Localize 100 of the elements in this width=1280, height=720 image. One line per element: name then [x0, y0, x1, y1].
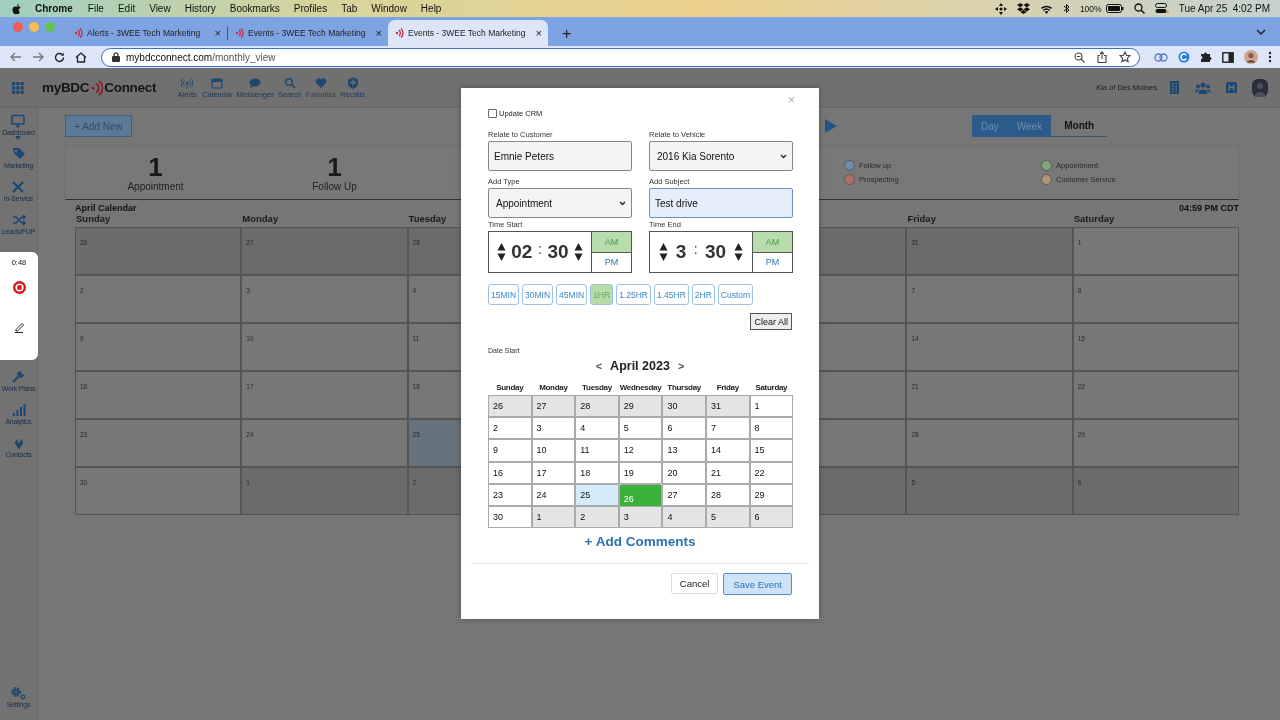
control-center-icon[interactable] [1154, 3, 1169, 14]
home-icon[interactable] [75, 51, 87, 63]
date-cell[interactable]: 6 [662, 417, 706, 440]
vehicle-select[interactable]: 2016 Kia Sorento [649, 141, 793, 171]
zoom-out-icon[interactable] [1074, 51, 1085, 63]
subject-field[interactable]: Test drive [649, 188, 793, 218]
spinner-icon[interactable] [733, 242, 743, 262]
menu-item[interactable]: Bookmarks [229, 3, 280, 14]
puzzle-icon[interactable] [1200, 51, 1212, 63]
spinner-icon[interactable] [659, 242, 669, 262]
checkbox[interactable] [488, 109, 497, 118]
date-cell[interactable]: 27 [531, 395, 576, 418]
date-cell[interactable]: 20 [662, 461, 706, 484]
menu-item[interactable]: Tab [341, 3, 358, 14]
date-cell[interactable]: 9 [488, 439, 532, 462]
date-cell[interactable]: 26 [488, 395, 532, 418]
link-icon[interactable] [1154, 52, 1168, 62]
date-cell[interactable]: 31 [705, 395, 750, 418]
menu-item[interactable]: Profiles [293, 3, 328, 14]
wifi-icon[interactable] [1039, 3, 1053, 14]
date-cell[interactable]: 1 [749, 395, 794, 418]
time-picker[interactable]: 02 : 30 AM PM [488, 231, 632, 273]
date-cell[interactable]: 12 [618, 439, 663, 462]
user-avatar[interactable] [1252, 78, 1268, 97]
date-cell[interactable]: 28 [575, 395, 619, 418]
bluetooth-icon[interactable] [1062, 3, 1070, 14]
duration-button[interactable]: 1.25HR [616, 284, 651, 305]
date-cell[interactable]: 14 [705, 439, 750, 462]
move-icon[interactable] [994, 2, 1007, 15]
date-cell[interactable]: 16 [488, 461, 532, 484]
duration-button[interactable]: Custom [717, 284, 754, 305]
date-cell[interactable]: 23 [488, 483, 532, 506]
date-cell[interactable]: 18 [575, 461, 619, 484]
browser-tab[interactable]: Events - 3WEE Tech Marketing × [228, 20, 388, 46]
menu-item[interactable]: File [87, 3, 104, 14]
date-cell[interactable]: 30 [488, 505, 532, 529]
browser-tab[interactable]: Events - 3WEE Tech Marketing × [388, 20, 548, 46]
battery-icon[interactable] [1105, 4, 1124, 13]
back-icon[interactable] [10, 52, 22, 62]
save-event-button[interactable]: Save Event [723, 573, 792, 596]
cancel-button[interactable]: Cancel [670, 573, 719, 595]
date-cell[interactable]: 2 [575, 505, 619, 529]
tab-close-button[interactable]: × [535, 27, 542, 39]
new-tab-button[interactable]: + [562, 25, 572, 43]
side-panel-icon[interactable] [1222, 51, 1234, 63]
customer-field[interactable]: Emnie Peters [488, 141, 632, 171]
dropbox-icon[interactable] [1016, 3, 1030, 14]
duration-button[interactable]: 1.45HR [654, 284, 689, 305]
stop-icon[interactable] [12, 281, 26, 294]
date-cell[interactable]: 2 [488, 417, 532, 440]
menu-item[interactable]: View [149, 3, 171, 14]
date-cell[interactable]: 5 [618, 417, 663, 440]
menu-item[interactable]: History [184, 3, 216, 14]
date-cell[interactable]: 4 [662, 505, 706, 529]
star-icon[interactable] [1119, 51, 1131, 63]
apple-icon[interactable] [12, 2, 22, 15]
menu-item[interactable]: Edit [117, 3, 136, 14]
add-comments-link[interactable]: + Add Comments [584, 534, 696, 550]
date-cell[interactable]: 25 [575, 483, 619, 506]
date-cell[interactable]: 13 [662, 439, 706, 462]
time-picker[interactable]: 3 : 30 AM PM [649, 231, 793, 273]
tab-close-button[interactable]: × [214, 27, 221, 39]
duration-button[interactable]: 2HR [691, 284, 715, 305]
search-icon[interactable] [1133, 3, 1145, 14]
spinner-icon[interactable] [496, 242, 506, 262]
previous-month-button[interactable]: < [595, 360, 603, 372]
share-icon[interactable] [1097, 51, 1107, 63]
duration-button[interactable]: 30MIN [522, 284, 554, 305]
caret-icon[interactable] [780, 153, 787, 159]
forward-icon[interactable] [32, 52, 44, 62]
date-cell[interactable]: 3 [531, 417, 576, 440]
clear-all-button[interactable]: Clear All [750, 313, 792, 330]
date-cell[interactable]: 29 [618, 395, 663, 418]
extension-logo-icon[interactable] [1178, 51, 1190, 63]
reload-icon[interactable] [54, 51, 65, 63]
type-select[interactable]: Appointment [488, 188, 632, 218]
next-month-button[interactable]: > [677, 360, 685, 372]
chevron-down-icon[interactable] [1256, 29, 1266, 36]
menu-item[interactable]: Window [371, 3, 407, 14]
address-bar[interactable]: mybdcconnect.com/monthly_view [101, 47, 1140, 67]
pencil-icon[interactable] [13, 321, 25, 333]
duration-button[interactable]: 15MIN [488, 284, 520, 305]
more-icon[interactable] [1268, 51, 1272, 63]
date-cell[interactable]: 7 [705, 417, 750, 440]
date-cell[interactable]: 15 [749, 439, 794, 462]
date-cell[interactable]: 11 [575, 439, 619, 462]
menu-clock[interactable]: Tue Apr 25 4:02 PM [1178, 3, 1270, 14]
avatar-icon[interactable] [1244, 50, 1258, 64]
date-cell[interactable]: 8 [749, 417, 794, 440]
browser-tab[interactable]: Alerts - 3WEE Tech Marketing × [67, 20, 227, 46]
date-cell[interactable]: 10 [531, 439, 576, 462]
date-cell[interactable]: 30 [662, 395, 706, 418]
menu-app-name[interactable]: Chrome [35, 3, 73, 14]
date-cell[interactable]: 4 [575, 417, 619, 440]
view-tab[interactable]: Month [1051, 115, 1108, 137]
duration-button[interactable]: 45MIN [556, 284, 588, 305]
tab-close-button[interactable]: × [375, 27, 382, 39]
date-cell[interactable]: 27 [662, 483, 706, 506]
menu-item[interactable]: Help [420, 3, 442, 14]
caret-icon[interactable] [619, 200, 626, 206]
